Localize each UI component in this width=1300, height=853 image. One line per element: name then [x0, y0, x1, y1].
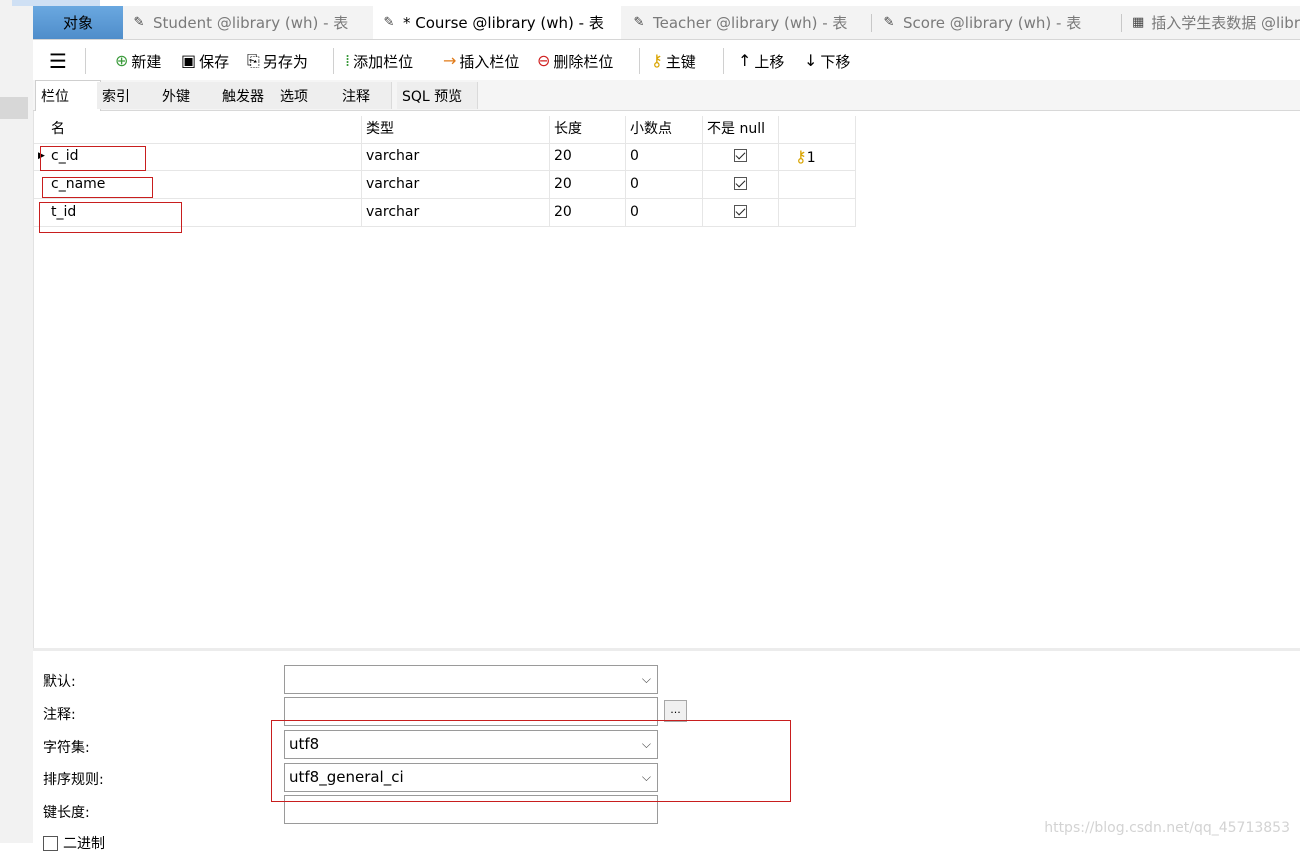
arrow-down-icon: ↓: [804, 51, 818, 70]
tab-course-table[interactable]: ✎ * Course @library (wh) - 表: [373, 6, 621, 39]
field-type-cell[interactable]: varchar: [362, 199, 550, 226]
binary-checkbox[interactable]: 二进制: [43, 833, 105, 853]
table-design-icon: ✎: [383, 14, 395, 30]
tab-score-table[interactable]: ✎ Score @library (wh) - 表: [873, 6, 1121, 39]
checkbox-checked-icon: [734, 149, 747, 162]
tab-label: Student @library (wh) - 表: [153, 14, 349, 32]
toolbar-separator: [639, 48, 640, 74]
collation-label: 排序规则:: [43, 772, 104, 788]
hamburger-icon: ☰: [49, 49, 67, 73]
not-null-checkbox[interactable]: [703, 143, 779, 170]
header-not-null[interactable]: 不是 null: [703, 116, 779, 143]
annotation-highlight-box: [271, 720, 791, 802]
table-design-icon: ✎: [133, 14, 145, 30]
toolbar-separator: [333, 48, 334, 74]
field-key-cell[interactable]: [779, 199, 856, 226]
annotation-highlight-box: [42, 177, 153, 198]
navigation-selected-item[interactable]: [0, 97, 28, 119]
checkbox-unchecked-icon: [43, 835, 58, 851]
tab-comments[interactable]: 注释: [337, 82, 392, 109]
grid-header-row: 名 类型 长度 小数点 不是 null: [34, 116, 856, 144]
menu-button[interactable]: ☰: [49, 49, 67, 73]
field-key-cell[interactable]: [779, 171, 856, 198]
toolbar-separator: [723, 48, 724, 74]
primary-key-icon: ⚷: [795, 147, 807, 166]
field-key-cell[interactable]: ⚷1: [779, 143, 856, 170]
tab-indexes[interactable]: 索引: [97, 82, 160, 109]
field-decimals-cell[interactable]: 0: [626, 143, 703, 170]
field-type-cell[interactable]: varchar: [362, 171, 550, 198]
annotation-highlight-box: [39, 202, 182, 233]
default-dropdown[interactable]: ⌵: [284, 665, 658, 694]
insert-column-button[interactable]: → 插入栏位: [443, 50, 519, 72]
new-button[interactable]: ⊕ 新建: [115, 50, 161, 72]
delete-column-button[interactable]: ⊖ 删除栏位: [537, 50, 613, 72]
tab-fields[interactable]: 栏位: [35, 80, 101, 111]
primary-key-button[interactable]: ⚷ 主键: [651, 50, 696, 72]
comment-label: 注释:: [43, 707, 76, 723]
table-design-toolbar: ☰ ⊕ 新建 ▣ 保存 ⎘ 另存为 ⁞ 添加栏位 → 插入栏位 ⊖ 删除栏位 ⚷…: [33, 40, 1300, 80]
header-length[interactable]: 长度: [550, 116, 626, 143]
table-row[interactable]: ▶ c_id varchar 20 0 ⚷1: [34, 143, 856, 171]
tab-label: 对象: [62, 14, 93, 32]
tab-label: Score @library (wh) - 表: [903, 14, 1082, 32]
tab-separator: [1121, 14, 1122, 32]
tab-label: Teacher @library (wh) - 表: [653, 14, 848, 32]
key-icon: ⚷: [651, 51, 663, 70]
field-length-cell[interactable]: 20: [550, 171, 626, 198]
table-design-icon: ✎: [883, 14, 895, 30]
not-null-checkbox[interactable]: [703, 199, 779, 226]
checkbox-checked-icon: [734, 205, 747, 218]
toolbar-separator: [85, 48, 86, 74]
tab-objects[interactable]: 对象: [33, 6, 123, 39]
field-decimals-cell[interactable]: 0: [626, 199, 703, 226]
charset-label: 字符集:: [43, 740, 90, 756]
table-design-icon: ✎: [633, 14, 645, 30]
comment-edit-button[interactable]: ...: [664, 700, 687, 722]
add-column-button[interactable]: ⁞ 添加栏位: [345, 50, 413, 72]
delete-column-icon: ⊖: [537, 51, 551, 70]
new-table-icon: ⊕: [115, 51, 129, 70]
field-length-cell[interactable]: 20: [550, 199, 626, 226]
tab-separator: [871, 14, 872, 32]
field-type-cell[interactable]: varchar: [362, 143, 550, 170]
table-row[interactable]: c_name varchar 20 0: [34, 171, 856, 199]
chevron-down-icon: ⌵: [641, 672, 651, 686]
watermark: https://blog.csdn.net/qq_45713853: [1044, 820, 1290, 836]
tab-label: 插入学生表数据 @libr: [1151, 14, 1300, 32]
save-icon: ▣: [181, 51, 197, 70]
save-button[interactable]: ▣ 保存: [181, 50, 229, 72]
insert-column-icon: →: [443, 51, 457, 70]
table-grid-icon: ▦: [1131, 14, 1145, 30]
not-null-checkbox[interactable]: [703, 171, 779, 198]
header-name[interactable]: 名: [34, 116, 362, 143]
annotation-highlight-box: [40, 146, 146, 171]
header-decimals[interactable]: 小数点: [626, 116, 703, 143]
tab-label: * Course @library (wh) - 表: [403, 14, 604, 32]
tab-student-table[interactable]: ✎ Student @library (wh) - 表: [123, 6, 373, 39]
navigation-pane: [0, 0, 100, 843]
tab-teacher-table[interactable]: ✎ Teacher @library (wh) - 表: [623, 6, 871, 39]
checkbox-checked-icon: [734, 177, 747, 190]
field-decimals-cell[interactable]: 0: [626, 171, 703, 198]
tab-foreign-keys[interactable]: 外键: [157, 82, 220, 109]
save-as-button[interactable]: ⎘ 另存为: [247, 50, 308, 72]
move-up-button[interactable]: ↑ 上移: [738, 50, 784, 72]
header-key[interactable]: [779, 116, 856, 143]
tab-insert-student-query[interactable]: ▦ 插入学生表数据 @libr: [1123, 6, 1300, 39]
key-length-label: 键长度:: [43, 805, 90, 821]
tab-options[interactable]: 选项: [275, 82, 338, 109]
tab-sql-preview[interactable]: SQL 预览: [397, 82, 478, 109]
tab-triggers[interactable]: 触发器: [217, 82, 281, 109]
add-column-icon: ⁞: [345, 51, 351, 70]
arrow-up-icon: ↑: [738, 51, 752, 70]
move-down-button[interactable]: ↓ 下移: [804, 50, 850, 72]
default-label: 默认:: [43, 674, 76, 690]
header-type[interactable]: 类型: [362, 116, 550, 143]
save-as-icon: ⎘: [247, 51, 260, 70]
field-length-cell[interactable]: 20: [550, 143, 626, 170]
design-subtab-bar: 栏位 索引 外键 触发器 选项 注释 SQL 预览: [33, 80, 1300, 111]
document-tab-bar: 对象 ✎ Student @library (wh) - 表 ✎ * Cours…: [33, 6, 1300, 40]
